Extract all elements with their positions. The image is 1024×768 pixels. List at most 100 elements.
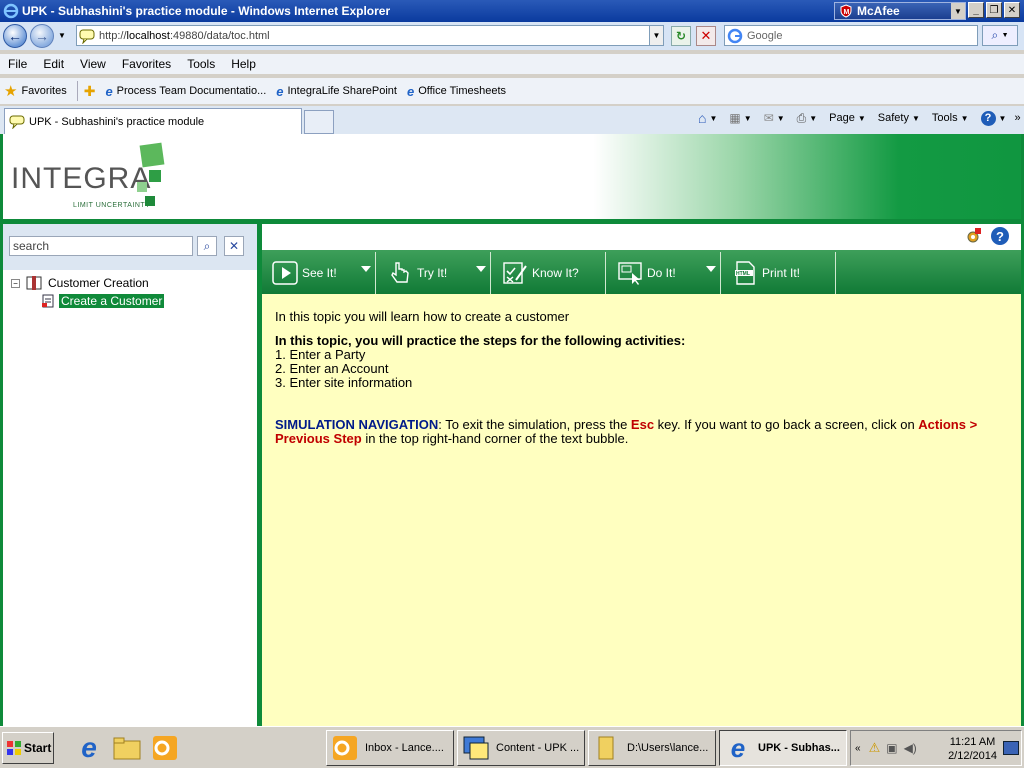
mcafee-dropdown-icon[interactable]: ▼ [951,3,965,19]
page-menu[interactable]: Page ▼ [825,112,870,124]
add-favorite-icon[interactable]: ✚ [84,83,96,100]
clear-icon: ✕ [228,239,240,253]
web-search-button[interactable]: ⌕ ▼ [982,25,1018,46]
address-dropdown-icon[interactable]: ▼ [649,26,663,45]
help-menu[interactable]: ? ▼ [977,110,1011,126]
menu-help[interactable]: Help [223,57,264,71]
chevron-down-icon: ▼ [857,113,866,123]
play-mode-bar: See It! Try It! Know It? Do It! HTML Pri… [262,248,1021,294]
home-button[interactable]: ⌂ ▼ [694,110,721,126]
html-document-icon: HTML [735,261,755,285]
print-button[interactable]: ⎙ ▼ [793,111,822,126]
tree-node-customer-creation[interactable]: − Customer Creation [11,274,164,292]
mcafee-shield-icon: M [840,4,852,18]
checklist-icon [503,262,527,284]
search-options-dropdown-icon: ▼ [1001,32,1009,39]
know-it-button[interactable]: Know It? [492,252,606,294]
task-inbox[interactable]: Inbox - Lance.... [326,730,454,766]
read-mail-button[interactable]: ✉ ▼ [760,111,789,125]
chevron-down-icon: ▼ [960,113,969,123]
quicklaunch-explorer[interactable] [110,731,144,765]
favorite-link-office-timesheets[interactable]: e Office Timesheets [407,84,506,99]
collapse-icon[interactable]: − [11,278,20,288]
print-it-button[interactable]: HTML Print It! [722,252,836,294]
toc-clear-search-button[interactable]: ✕ [224,236,244,256]
magnifier-icon: ⌕ [991,28,999,42]
menu-file[interactable]: File [0,57,35,71]
favorite-link-process-team[interactable]: e Process Team Documentatio... [105,84,266,99]
help-icon: ? [980,110,996,126]
forward-button[interactable]: → [30,24,54,48]
alert-icon[interactable]: ⚠ [869,740,881,756]
minimize-button[interactable]: _ [968,2,984,18]
activity-step: 2. Enter an Account [275,361,389,376]
menu-favorites[interactable]: Favorites [114,57,179,71]
help-icon[interactable]: ? [991,227,1009,245]
quicklaunch-outlook[interactable] [148,731,182,765]
refresh-button[interactable]: ↻ [671,26,691,46]
toolbar-overflow-icon[interactable]: » [1014,112,1020,124]
url-path: :49880/data/toc.html [169,29,270,42]
url-host: localhost [126,29,170,42]
tree-node-label: Customer Creation [48,276,149,290]
toc-search-input[interactable]: search [9,236,193,256]
favorite-link-integralife-sharepoint[interactable]: e IntegraLife SharePoint [276,84,397,99]
forward-arrow-icon: → [35,28,49,44]
mode-label: Print It! [762,266,801,280]
print-dropdown-icon: ▼ [809,113,818,123]
see-it-button[interactable]: See It! [262,252,376,294]
chevron-down-icon[interactable] [361,266,371,272]
integra-banner: INTEGRA LIMIT UNCERTAINTY [3,134,1021,219]
chevron-down-icon[interactable] [476,266,486,272]
do-it-button[interactable]: Do It! [607,252,721,294]
network-icon[interactable]: ▣ [886,741,897,755]
task-label: Inbox - Lance.... [365,742,444,754]
close-button[interactable]: ✕ [1004,2,1020,18]
chevron-down-icon[interactable] [706,266,716,272]
restore-button[interactable]: ❐ [986,2,1002,18]
clock-time: 11:21 AM [949,736,996,748]
mcafee-toolbar-button[interactable]: M McAfee ▼ [834,2,966,20]
mail-icon: ✉ [763,111,774,125]
stop-icon: ✕ [700,28,712,43]
taskbar: Start e Inbox - Lance.... Content - UPK … [0,726,1024,768]
tab-label: UPK - Subhashini's practice module [29,115,205,128]
web-search-input[interactable]: Google [724,25,978,46]
try-it-button[interactable]: Try It! [377,252,491,294]
stop-button[interactable]: ✕ [696,26,716,46]
topic-pane: ? See It! Try It! Know It? Do It! HTML P… [262,224,1021,726]
menu-edit[interactable]: Edit [35,57,72,71]
mode-label: Do It! [647,266,676,280]
toc-search-button[interactable]: ⌕ [197,236,217,256]
tools-menu[interactable]: Tools ▼ [928,112,973,124]
new-tab-button[interactable] [304,110,334,134]
hand-pointer-icon [391,262,409,283]
screen-cursor-icon [618,262,642,285]
rss-feed-icon: ▦ [729,111,741,125]
start-button[interactable]: Start [2,732,54,764]
page-menu-label: Page [829,112,855,124]
task-upk-ie[interactable]: e UPK - Subhas... [719,730,847,766]
show-desktop-icon[interactable] [1003,741,1019,755]
feeds-button[interactable]: ▦ ▼ [725,111,755,125]
settings-gear-icon[interactable] [964,227,982,245]
favorite-link-label: IntegraLife SharePoint [287,85,397,97]
menu-view[interactable]: View [72,57,114,71]
show-hidden-icons[interactable]: « [855,743,861,754]
task-explorer-folder[interactable]: D:\Users\lance... [588,730,716,766]
system-clock[interactable]: 11:21 AM 2/12/2014 [948,735,997,763]
quicklaunch-ie[interactable]: e [72,731,106,765]
tree-node-label: Create a Customer [59,294,165,308]
recent-pages-dropdown-icon[interactable]: ▼ [58,31,66,40]
tree-node-create-a-customer[interactable]: Create a Customer [41,292,165,310]
logo-squares-icon [137,142,165,206]
tab-upk-module[interactable]: UPK - Subhashini's practice module [4,108,302,134]
book-icon [26,276,42,290]
address-bar[interactable]: http://localhost:49880/data/toc.html ▼ [76,25,664,46]
task-content-upk[interactable]: Content - UPK ... [457,730,585,766]
volume-icon[interactable]: ◀) [904,741,917,755]
safety-menu[interactable]: Safety ▼ [874,112,924,124]
favorites-button[interactable]: ★ Favorites [4,82,67,100]
back-button[interactable]: ← [3,24,27,48]
menu-tools[interactable]: Tools [179,57,223,71]
